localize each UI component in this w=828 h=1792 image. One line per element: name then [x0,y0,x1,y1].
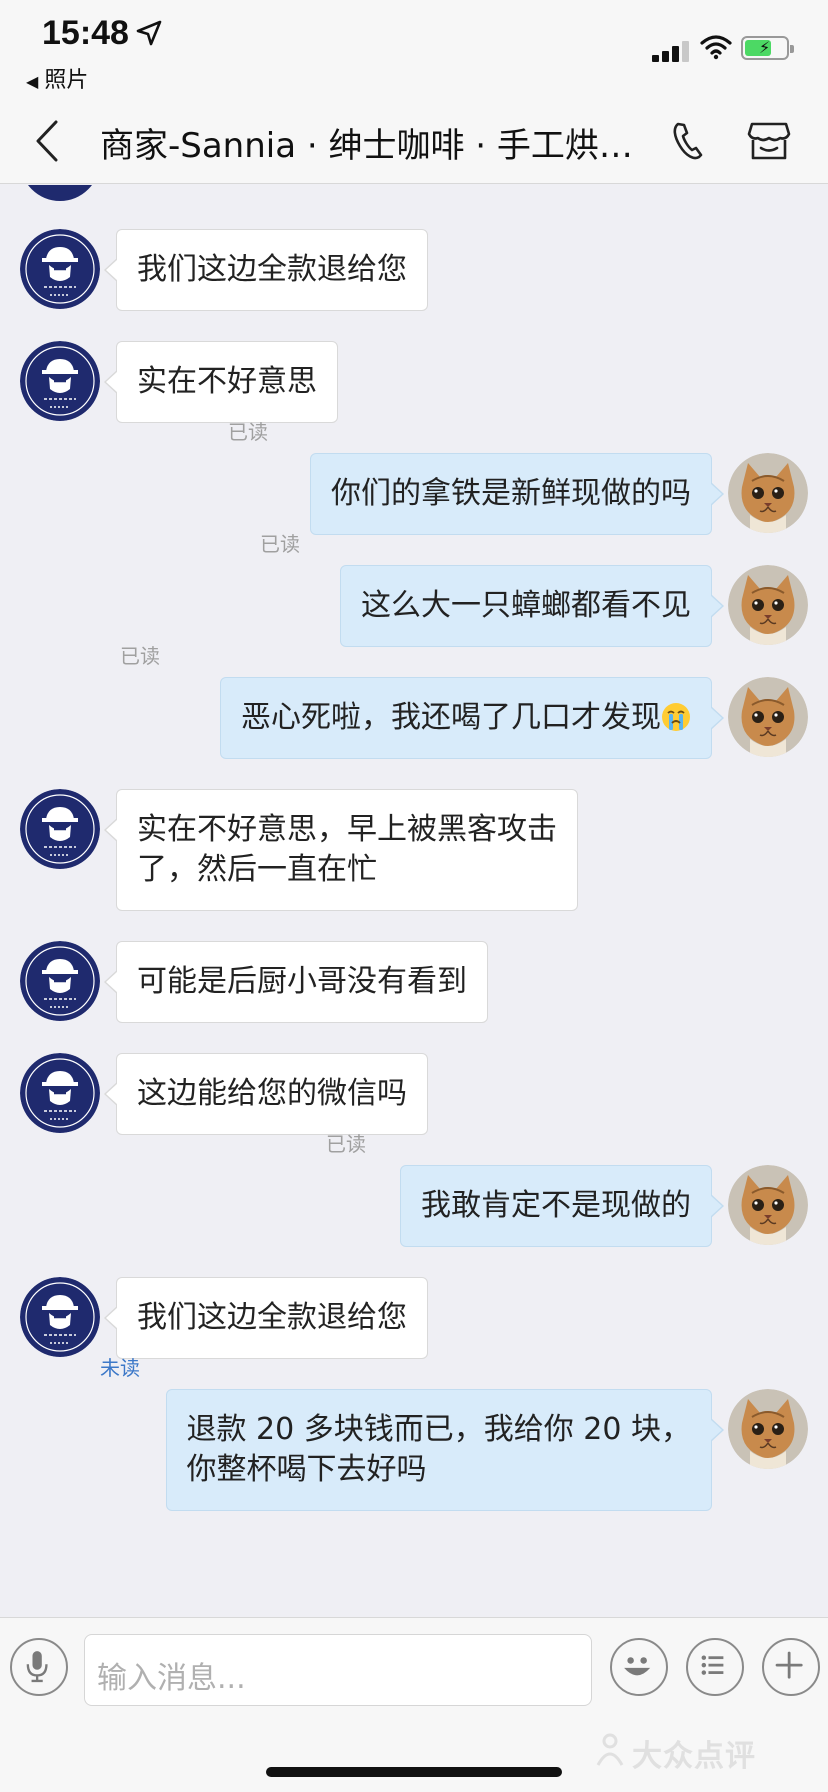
message-input[interactable]: 输入消息... [84,1634,592,1706]
read-status: 已读 [120,644,160,668]
message-line: 实在不好意思，早上被黑客攻击 [137,812,557,847]
message-line: 了，然后一直在忙 [137,852,377,887]
emoji-button[interactable] [610,1638,668,1696]
back-to-app-link[interactable]: ◀ 照片 [26,62,88,94]
back-chevron-icon[interactable] [30,118,70,164]
user-cat-avatar[interactable] [728,453,808,533]
message-line: 退款 20 多块钱而已，我给你 20 块， [186,1412,692,1447]
merchant-avatar[interactable] [20,941,100,1021]
home-indicator[interactable] [266,1767,562,1777]
message-bubble[interactable]: 你们的拿铁是新鲜现做的吗 [310,453,724,535]
message-bubble[interactable]: 实在不好意思 [104,341,338,423]
wifi-icon [700,35,732,60]
read-status: 已读 [260,532,300,556]
chat-title: 商家-Sannia · 绅士咖啡 · 手工烘… [100,126,633,166]
bottom-safe-area: 大众点评 [0,1721,828,1792]
message-bubble[interactable]: 实在不好意思，早上被黑客攻击 了，然后一直在忙 [104,789,578,911]
merchant-avatar[interactable] [20,341,100,421]
status-time: 15:48 [42,14,129,52]
message-bubble[interactable]: 我们这边全款退给您 [104,1277,428,1359]
list-icon [701,1655,724,1675]
message-bubble[interactable]: 恶心死啦，我还喝了几口才发现 [220,677,724,759]
smiley-icon [624,1657,651,1676]
message-bubble[interactable]: 我们这边全款退给您 [104,229,428,311]
user-cat-avatar[interactable] [728,1389,808,1469]
user-cat-avatar[interactable] [728,677,808,757]
chat-header: 商家-Sannia · 绅士咖啡 · 手工烘… [0,98,828,184]
merchant-avatar[interactable] [20,185,100,201]
user-cat-avatar[interactable] [728,565,808,645]
status-bar: 15:48 ◀ 照片 ⚡ [0,0,828,98]
message-bubble[interactable]: 退款 20 多块钱而已，我给你 20 块， 你整杯喝下去好吗 [165,1389,724,1511]
message-input-placeholder: 输入消息... [97,1661,246,1696]
user-cat-avatar[interactable] [728,1165,808,1245]
phone-icon[interactable] [668,118,708,164]
cellular-signal-icon [652,40,690,62]
chat-message-list[interactable]: 我们这边全款退给您 实在不好意思 已读 你们的拿铁是新鲜现做的吗 已读 这么大一… [0,185,828,1617]
plus-icon [775,1651,803,1679]
read-status: 已读 [326,1132,366,1156]
dianping-logo-icon [596,1733,624,1766]
message-input-bar: 输入消息... [0,1617,828,1721]
location-arrow-icon [136,20,162,46]
merchant-avatar[interactable] [20,229,100,309]
crying-face-emoji [662,703,690,731]
message-bubble[interactable]: 可能是后厨小哥没有看到 [104,941,488,1023]
message-line: 你整杯喝下去好吗 [186,1452,427,1487]
quick-reply-button[interactable] [686,1638,744,1696]
merchant-avatar[interactable] [20,1053,100,1133]
voice-button[interactable] [10,1638,68,1696]
message-bubble[interactable]: 这边能给您的微信吗 [104,1053,428,1135]
message-bubble[interactable]: 这么大一只蟑螂都看不见 [340,565,724,647]
back-triangle-icon: ◀ [26,72,39,91]
back-app-label: 照片 [44,68,89,93]
merchant-avatar[interactable] [20,1277,100,1357]
unread-status: 未读 [100,1356,140,1380]
message-bubble[interactable]: 我敢肯定不是现做的 [400,1165,724,1247]
battery-icon: ⚡ [741,36,794,60]
shop-icon[interactable] [746,118,792,164]
microphone-icon [26,1651,48,1683]
read-status: 已读 [228,420,268,444]
merchant-avatar[interactable] [20,789,100,869]
message-text: 恶心死啦，我还喝了几口才发现 [241,700,661,735]
watermark: 大众点评 [632,1739,756,1774]
more-button[interactable] [762,1638,820,1696]
